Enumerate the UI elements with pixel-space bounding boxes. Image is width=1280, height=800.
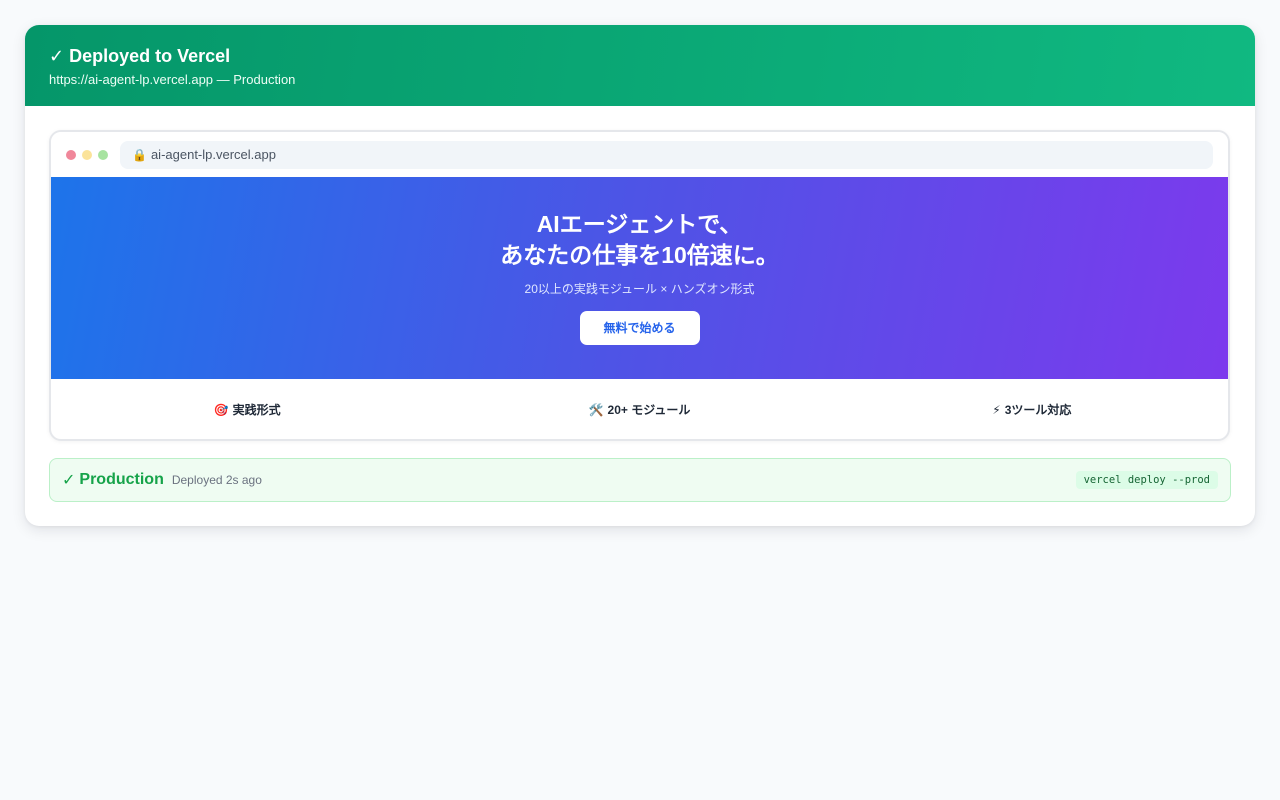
hero-title-line2: あなたの仕事を10倍速に。 — [500, 242, 779, 268]
header-title: Deployed to Vercel — [69, 46, 231, 66]
address-bar[interactable]: 🔒 ai-agent-lp.vercel.app — [120, 140, 1213, 169]
deploy-card: ✓ Deployed to Vercel https://ai-agent-lp… — [25, 25, 1255, 526]
browser-preview: 🔒 ai-agent-lp.vercel.app AIエージェントで、 あなたの… — [49, 130, 1230, 441]
deploy-command: vercel deploy --prod — [1075, 471, 1218, 489]
feature-label: 実践形式 — [232, 402, 281, 417]
lightning-icon: ⚡ — [992, 402, 1001, 417]
features-row: 🎯 実践形式 🛠️ 20+ モジュール ⚡ 3ツール対応 — [51, 379, 1228, 439]
deploy-url[interactable]: https://ai-agent-lp.vercel.app — Product… — [49, 71, 1231, 89]
deploy-time: Deployed 2s ago — [171, 473, 262, 487]
maximize-dot-icon — [98, 149, 108, 160]
check-icon: ✓ — [49, 46, 65, 66]
tools-icon: 🛠️ — [588, 402, 604, 417]
hero-title-line1: AIエージェントで、 — [536, 211, 743, 237]
hero-subtitle: 20以上の実践モジュール × ハンズオン形式 — [524, 282, 755, 296]
success-check-icon: ✓ — [62, 472, 76, 489]
minimize-dot-icon — [82, 149, 92, 160]
hero-title: AIエージェントで、 あなたの仕事を10倍速に。 — [51, 209, 1228, 271]
header-title-row: ✓ Deployed to Vercel — [49, 44, 1231, 68]
address-bar-url: ai-agent-lp.vercel.app — [150, 147, 276, 162]
browser-chrome: 🔒 ai-agent-lp.vercel.app — [51, 132, 1228, 177]
status-label: Production — [79, 471, 164, 488]
feature-tools: ⚡ 3ツール対応 — [836, 401, 1228, 418]
feature-label: 3ツール対応 — [1004, 402, 1072, 417]
feature-practical: 🎯 実践形式 — [51, 401, 443, 418]
hero-section: AIエージェントで、 あなたの仕事を10倍速に。 20以上の実践モジュール × … — [51, 177, 1228, 379]
deploy-header: ✓ Deployed to Vercel https://ai-agent-lp… — [25, 25, 1255, 106]
target-icon: 🎯 — [213, 402, 229, 417]
feature-modules: 🛠️ 20+ モジュール — [443, 401, 835, 418]
lock-icon: 🔒 — [132, 147, 147, 162]
start-free-button[interactable]: 無料で始める — [579, 311, 700, 345]
close-dot-icon — [66, 149, 76, 160]
feature-label: 20+ モジュール — [607, 402, 691, 417]
production-status-bar: ✓ Production Deployed 2s ago vercel depl… — [49, 458, 1231, 502]
